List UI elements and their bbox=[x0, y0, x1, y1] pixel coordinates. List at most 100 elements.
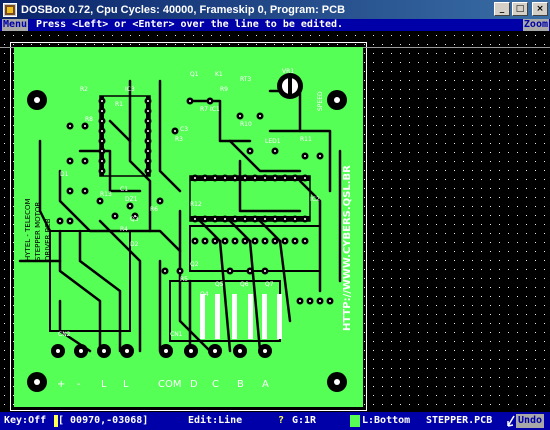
pad-hole bbox=[204, 218, 206, 220]
pad-hole bbox=[214, 240, 216, 242]
pad-hole bbox=[101, 130, 103, 132]
connector-label-6: C bbox=[212, 379, 219, 390]
pad-hole bbox=[147, 120, 149, 122]
pad-hole bbox=[69, 125, 71, 127]
pad-hole bbox=[254, 218, 256, 220]
pad-hole bbox=[147, 140, 149, 142]
speed-label: SPEED bbox=[317, 91, 324, 111]
pad-hole bbox=[204, 240, 206, 242]
window-titlebar[interactable]: DOSBox 0.72, Cpu Cycles: 40000, Frameski… bbox=[0, 0, 550, 19]
pad-hole bbox=[101, 140, 103, 142]
close-button[interactable]: × bbox=[532, 2, 548, 16]
pad-hole bbox=[129, 205, 131, 207]
pad-hole bbox=[224, 177, 226, 179]
grid-setting[interactable]: G:1R bbox=[292, 415, 316, 427]
pad-hole bbox=[274, 218, 276, 220]
pad-hole bbox=[194, 218, 196, 220]
pad-hole bbox=[264, 218, 266, 220]
connector-label-0: + bbox=[57, 379, 65, 390]
silkscreen-label-dz1: DZ1 bbox=[125, 196, 138, 203]
menu-button[interactable]: Menu bbox=[2, 19, 29, 31]
pad-hole bbox=[274, 240, 276, 242]
zoom-button[interactable]: Zoom bbox=[522, 19, 549, 31]
pad-hole bbox=[214, 177, 216, 179]
file-name: STEPPER.PCB bbox=[426, 415, 493, 426]
pad-hole bbox=[174, 130, 176, 132]
pad-hole bbox=[244, 240, 246, 242]
silkscreen-label-r6: R6 bbox=[150, 206, 158, 213]
left-vertical-line-3: DRIVER PCB bbox=[44, 218, 52, 261]
key-status: Key:Off bbox=[4, 415, 47, 426]
pad-hole bbox=[264, 270, 266, 272]
pad-hole bbox=[99, 200, 101, 202]
undo-button[interactable]: Undo bbox=[516, 414, 545, 428]
silkscreen-label-c1: C1 bbox=[120, 186, 128, 193]
maximize-icon: □ bbox=[515, 4, 525, 14]
pad-hole bbox=[229, 270, 231, 272]
pad-hole bbox=[101, 160, 103, 162]
layer-setting[interactable]: L:Bottom bbox=[362, 415, 410, 427]
connector-label-3: L bbox=[123, 379, 129, 390]
silkscreen-label-r9: R9 bbox=[220, 86, 228, 93]
coordinates-readout: [ 00970,-03068] bbox=[58, 415, 149, 426]
pad-hole bbox=[114, 215, 116, 217]
connector-label-4: COM bbox=[158, 379, 181, 390]
pad-hole bbox=[189, 100, 191, 102]
minimize-button[interactable]: _ bbox=[494, 2, 510, 16]
pad-hole bbox=[274, 150, 276, 152]
potentiometer-vr1 bbox=[277, 73, 303, 99]
pad-hole bbox=[244, 177, 246, 179]
pad-hole bbox=[69, 160, 71, 162]
silkscreen-label-led1: LED1 bbox=[265, 138, 281, 145]
edit-mode[interactable]: Edit:Line bbox=[188, 415, 242, 427]
prompt-text: Press <Left> or <Enter> over the line to… bbox=[36, 19, 344, 30]
silkscreen-label-r12: R12 bbox=[190, 201, 202, 208]
pad-hole bbox=[147, 170, 149, 172]
pcb-canvas[interactable]: R1 R2 R3 R4 R5 R6 R7 R8 R9 R10 R11 R12 R13 RT3 VR1 Q1 Q2… bbox=[0, 31, 550, 412]
pad-hole bbox=[194, 240, 196, 242]
pad-hole bbox=[299, 300, 301, 302]
pad-hole bbox=[101, 170, 103, 172]
dosbox-icon bbox=[3, 2, 17, 17]
silkscreen-label-r7: R7 bbox=[200, 106, 208, 113]
help-indicator[interactable]: ? bbox=[278, 415, 284, 427]
pad-hole bbox=[274, 177, 276, 179]
pad-hole bbox=[194, 177, 196, 179]
pad-hole bbox=[164, 270, 166, 272]
pad-hole bbox=[159, 200, 161, 202]
pad-hole bbox=[84, 160, 86, 162]
pad-hole bbox=[147, 160, 149, 162]
silkscreen-label-r8: R8 bbox=[85, 116, 93, 123]
pad-hole bbox=[147, 130, 149, 132]
silkscreen-label-d2: D2 bbox=[130, 241, 139, 248]
pad-hole bbox=[294, 240, 296, 242]
silkscreen-label-r4: R4 bbox=[120, 226, 128, 233]
silkscreen-label-r1: R1 bbox=[115, 101, 123, 108]
pad-hole bbox=[101, 110, 103, 112]
close-icon: × bbox=[536, 4, 544, 14]
window-title: DOSBox 0.72, Cpu Cycles: 40000, Frameski… bbox=[21, 3, 346, 16]
silkscreen-label-ic3: IC3 bbox=[125, 86, 135, 93]
pad-hole bbox=[179, 270, 181, 272]
pad-hole bbox=[284, 240, 286, 242]
pad-hole bbox=[239, 115, 241, 117]
pad-hole bbox=[294, 218, 296, 220]
silkscreen-label-ic1: IC1 bbox=[210, 106, 220, 113]
pad-hole bbox=[209, 100, 211, 102]
silkscreen-label-q7: Q7 bbox=[265, 281, 274, 288]
pad-hole bbox=[249, 270, 251, 272]
pad-hole bbox=[204, 177, 206, 179]
pad-hole bbox=[254, 177, 256, 179]
silkscreen-label-c3: C3 bbox=[180, 126, 188, 133]
pad-hole bbox=[101, 100, 103, 102]
maximize-button[interactable]: □ bbox=[512, 2, 528, 16]
silkscreen-label-r3: R3 bbox=[175, 136, 183, 143]
pad-hole bbox=[147, 100, 149, 102]
silkscreen-label-r11: R11 bbox=[300, 136, 312, 143]
connector-label-7: B bbox=[237, 379, 244, 390]
silkscreen-label-r2: R2 bbox=[80, 86, 88, 93]
silkscreen-label-k1: K1 bbox=[215, 71, 223, 78]
pad-hole bbox=[319, 300, 321, 302]
pad-hole bbox=[294, 177, 296, 179]
pad-hole bbox=[224, 218, 226, 220]
